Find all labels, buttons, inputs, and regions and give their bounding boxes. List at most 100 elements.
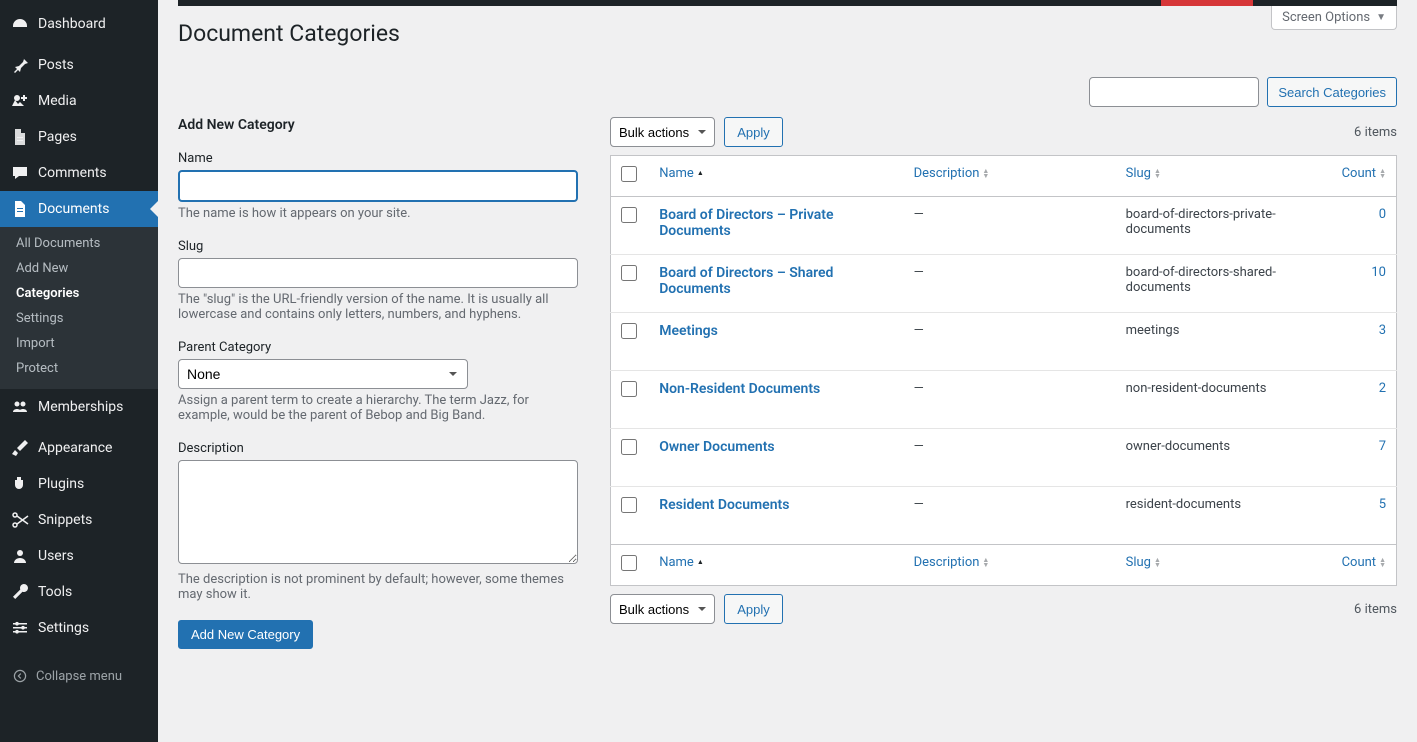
menu-label: Posts bbox=[38, 57, 74, 73]
search-input[interactable] bbox=[1089, 77, 1259, 107]
row-description: — bbox=[904, 255, 1116, 313]
slug-label: Slug bbox=[178, 239, 578, 254]
chevron-down-icon: ▼ bbox=[1376, 12, 1386, 23]
row-checkbox[interactable] bbox=[621, 381, 637, 397]
table-row: Non-Resident Documents — non-resident-do… bbox=[611, 371, 1397, 429]
sidebar-item-pages[interactable]: Pages bbox=[0, 119, 158, 155]
column-name-sort[interactable]: Name▲ bbox=[659, 166, 704, 181]
sidebar-item-snippets[interactable]: Snippets bbox=[0, 502, 158, 538]
select-all-top[interactable] bbox=[621, 166, 637, 182]
tablenav-bottom: Bulk actions Apply 6 items bbox=[610, 594, 1397, 624]
sidebar-item-settings[interactable]: Settings bbox=[0, 610, 158, 646]
sidebar-item-media[interactable]: Media bbox=[0, 83, 158, 119]
column-count-sort[interactable]: Count▲▼ bbox=[1342, 166, 1386, 181]
parent-label: Parent Category bbox=[178, 340, 578, 355]
row-name-link[interactable]: Resident Documents bbox=[659, 497, 789, 513]
submenu-add-new[interactable]: Add New bbox=[0, 256, 158, 281]
column-description-sort-foot[interactable]: Description▲▼ bbox=[914, 555, 990, 570]
column-description-sort[interactable]: Description▲▼ bbox=[914, 166, 990, 181]
row-slug: board-of-directors-private-documents bbox=[1116, 197, 1328, 255]
row-count-link[interactable]: 7 bbox=[1379, 439, 1386, 454]
row-count-link[interactable]: 10 bbox=[1371, 265, 1386, 280]
brush-icon bbox=[10, 438, 30, 458]
row-name-link[interactable]: Meetings bbox=[659, 323, 718, 339]
slug-description: The "slug" is the URL-friendly version o… bbox=[178, 292, 578, 322]
sort-icon: ▲ bbox=[697, 171, 704, 176]
column-count-sort-foot[interactable]: Count▲▼ bbox=[1342, 555, 1386, 570]
row-name-link[interactable]: Non-Resident Documents bbox=[659, 381, 820, 397]
row-name-link[interactable]: Board of Directors – Shared Documents bbox=[659, 265, 833, 297]
sidebar-item-users[interactable]: Users bbox=[0, 538, 158, 574]
row-slug: owner-documents bbox=[1116, 429, 1328, 487]
menu-label: Comments bbox=[38, 165, 107, 181]
pin-icon bbox=[10, 55, 30, 75]
submenu-categories[interactable]: Categories bbox=[0, 281, 158, 306]
row-checkbox[interactable] bbox=[621, 323, 637, 339]
row-checkbox[interactable] bbox=[621, 439, 637, 455]
sidebar-item-documents[interactable]: Documents bbox=[0, 191, 158, 227]
column-slug-sort-foot[interactable]: Slug▲▼ bbox=[1126, 555, 1161, 570]
sort-icon: ▲▼ bbox=[982, 558, 989, 568]
menu-label: Media bbox=[38, 93, 77, 109]
row-count-link[interactable]: 3 bbox=[1379, 323, 1386, 338]
row-name-link[interactable]: Owner Documents bbox=[659, 439, 774, 455]
row-description: — bbox=[904, 313, 1116, 371]
submenu-settings[interactable]: Settings bbox=[0, 306, 158, 331]
menu-label: Settings bbox=[38, 620, 89, 636]
slug-input[interactable] bbox=[178, 258, 578, 288]
wrench-icon bbox=[10, 582, 30, 602]
collapse-icon bbox=[10, 666, 30, 686]
column-slug-sort[interactable]: Slug▲▼ bbox=[1126, 166, 1161, 181]
row-count-link[interactable]: 5 bbox=[1379, 497, 1386, 512]
tablenav-top: Bulk actions Apply 6 items bbox=[610, 117, 1397, 147]
row-count-link[interactable]: 0 bbox=[1379, 207, 1386, 222]
sidebar-item-memberships[interactable]: Memberships bbox=[0, 389, 158, 425]
search-categories-button[interactable]: Search Categories bbox=[1267, 77, 1397, 107]
sidebar-item-posts[interactable]: Posts bbox=[0, 47, 158, 83]
select-all-bottom[interactable] bbox=[621, 555, 637, 571]
row-slug: non-resident-documents bbox=[1116, 371, 1328, 429]
settings-icon bbox=[10, 618, 30, 638]
submenu-protect[interactable]: Protect bbox=[0, 356, 158, 381]
groups-icon bbox=[10, 397, 30, 417]
name-input[interactable] bbox=[178, 170, 578, 202]
row-checkbox[interactable] bbox=[621, 207, 637, 223]
submenu-all-documents[interactable]: All Documents bbox=[0, 231, 158, 256]
row-checkbox[interactable] bbox=[621, 497, 637, 513]
name-description: The name is how it appears on your site. bbox=[178, 206, 578, 221]
sort-icon: ▲▼ bbox=[1379, 169, 1386, 179]
description-textarea[interactable] bbox=[178, 460, 578, 564]
parent-select[interactable]: None bbox=[178, 359, 468, 389]
collapse-menu[interactable]: Collapse menu bbox=[0, 658, 158, 694]
row-checkbox[interactable] bbox=[621, 265, 637, 281]
apply-button-top[interactable]: Apply bbox=[724, 117, 783, 147]
add-category-form: Add New Category Name The name is how it… bbox=[178, 117, 578, 649]
row-name-link[interactable]: Board of Directors – Private Documents bbox=[659, 207, 833, 239]
add-category-button[interactable]: Add New Category bbox=[178, 620, 313, 649]
sidebar-item-tools[interactable]: Tools bbox=[0, 574, 158, 610]
screen-options-label: Screen Options bbox=[1282, 10, 1370, 25]
sort-icon: ▲▼ bbox=[1154, 558, 1161, 568]
sidebar-item-plugins[interactable]: Plugins bbox=[0, 466, 158, 502]
bulk-actions-select-top[interactable]: Bulk actions bbox=[610, 117, 715, 147]
sidebar-item-comments[interactable]: Comments bbox=[0, 155, 158, 191]
menu-label: Pages bbox=[38, 129, 77, 145]
row-count-link[interactable]: 2 bbox=[1379, 381, 1386, 396]
sidebar-submenu: All Documents Add New Categories Setting… bbox=[0, 227, 158, 389]
submenu-import[interactable]: Import bbox=[0, 331, 158, 356]
apply-button-bottom[interactable]: Apply bbox=[724, 594, 783, 624]
column-name-sort-foot[interactable]: Name▲ bbox=[659, 555, 704, 570]
menu-label: Tools bbox=[38, 584, 72, 600]
description-label: Description bbox=[178, 441, 578, 456]
sort-icon: ▲ bbox=[697, 560, 704, 565]
sidebar-item-appearance[interactable]: Appearance bbox=[0, 430, 158, 466]
sidebar-item-dashboard[interactable]: Dashboard bbox=[0, 6, 158, 42]
row-slug: board-of-directors-shared-documents bbox=[1116, 255, 1328, 313]
menu-label: Snippets bbox=[38, 512, 92, 528]
page-title: Document Categories bbox=[178, 6, 1397, 51]
table-row: Board of Directors – Shared Documents — … bbox=[611, 255, 1397, 313]
screen-options-button[interactable]: Screen Options ▼ bbox=[1271, 6, 1397, 30]
bulk-actions-select-bottom[interactable]: Bulk actions bbox=[610, 594, 715, 624]
sort-icon: ▲▼ bbox=[1154, 169, 1161, 179]
row-slug: resident-documents bbox=[1116, 487, 1328, 545]
